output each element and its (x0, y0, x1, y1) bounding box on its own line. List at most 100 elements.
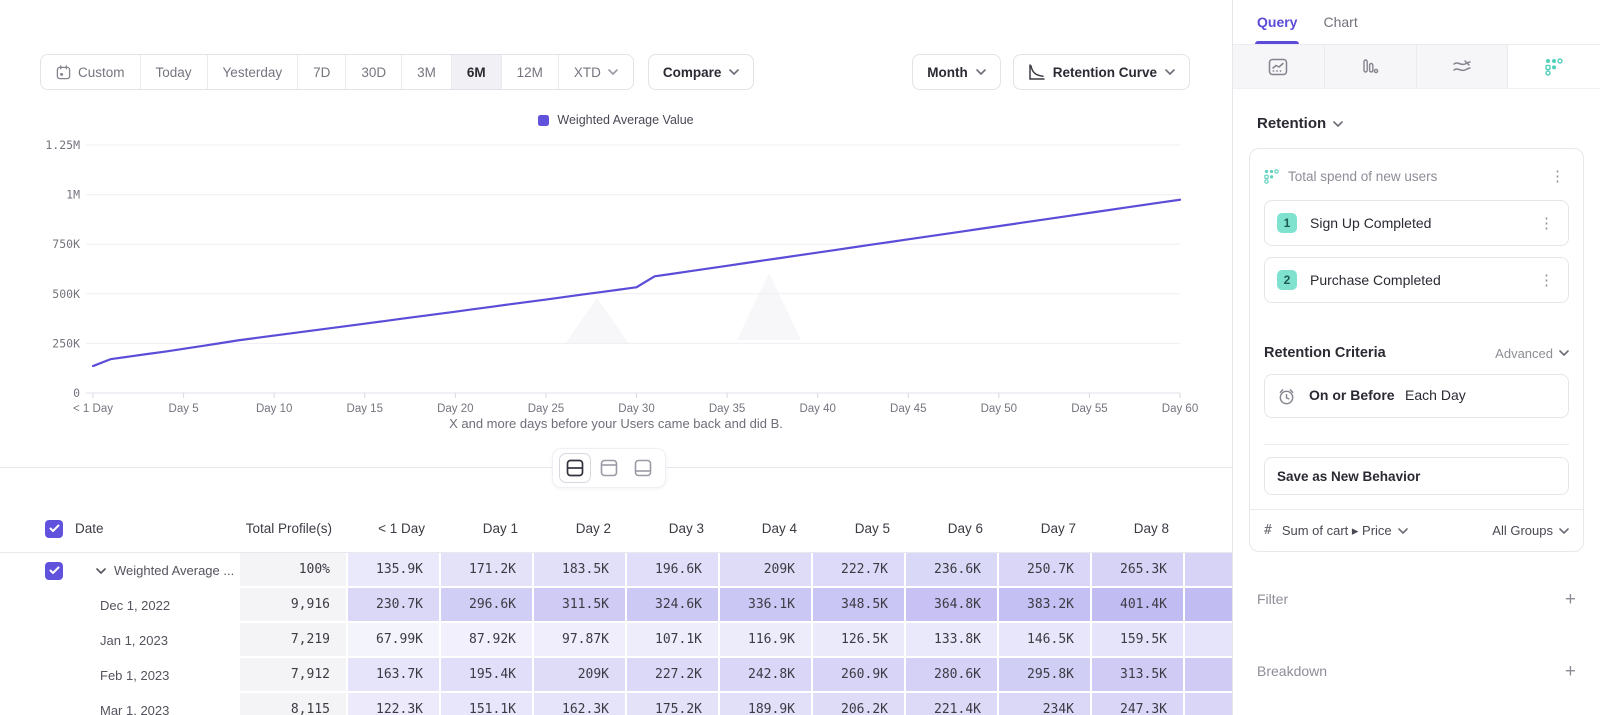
date-range-custom[interactable]: Custom (41, 55, 141, 89)
insights-report-tab[interactable] (1233, 45, 1325, 88)
table-header-day: Day 2 (534, 505, 627, 552)
svg-text:Day 60: Day 60 (1162, 403, 1198, 415)
save-as-new-behavior-button[interactable]: Save as New Behavior (1264, 457, 1569, 495)
retention-value-cell: 67.99K (348, 623, 441, 658)
breakdown-section: Breakdown + (1257, 658, 1576, 684)
retention-value-cell: 97.87K (534, 623, 627, 658)
date-range-6m[interactable]: 6M (452, 55, 502, 89)
behavior-step-2[interactable]: 2 Purchase Completed ⋮ (1264, 257, 1569, 303)
legend-swatch (538, 115, 549, 126)
criteria-advanced-dropdown[interactable]: Advanced (1495, 346, 1569, 361)
layout-table-only-toggle[interactable] (628, 454, 658, 482)
date-range-12m[interactable]: 12M (502, 55, 559, 89)
table-header-day: Day 8 (1092, 505, 1185, 552)
measure-row: # Sum of cart ▸ Price All Groups (1250, 509, 1583, 551)
row-date-cell: Feb 1, 2023 (0, 658, 240, 693)
measure-property-dropdown[interactable]: Sum of cart ▸ Price (1282, 523, 1482, 539)
layout-split-toggle[interactable] (560, 454, 590, 482)
svg-text:Day 20: Day 20 (437, 403, 473, 415)
funnels-report-tab[interactable] (1325, 45, 1417, 88)
step-menu-button[interactable]: ⋮ (1535, 214, 1558, 233)
add-filter-button[interactable]: + (1565, 590, 1576, 609)
table-header-date: Date (0, 505, 240, 552)
report-type-icon-row (1233, 45, 1600, 89)
date-range-today[interactable]: Today (141, 55, 208, 89)
partial-value-cell (1185, 658, 1232, 693)
retention-table: DateTotal Profile(s)< 1 DayDay 1Day 2Day… (0, 505, 1232, 715)
retention-value-cell: 242.8K (720, 658, 813, 693)
retention-criteria-header: Retention Criteria Advanced (1264, 345, 1569, 361)
retention-value-cell: 236.6K (906, 553, 999, 588)
retention-section-dropdown[interactable]: Retention (1257, 115, 1600, 132)
numeric-property-icon: # (1264, 523, 1272, 538)
retention-value-cell: 265.3K (1092, 553, 1185, 588)
total-profiles-cell: 100% (240, 553, 348, 588)
retention-value-cell: 324.6K (627, 588, 720, 623)
toolbar-right-group: Month Retention Curve (912, 54, 1190, 90)
total-profiles-cell: 8,115 (240, 693, 348, 715)
retention-value-cell: 163.7K (348, 658, 441, 693)
flows-report-tab[interactable] (1417, 45, 1509, 88)
retention-value-cell: 151.1K (441, 693, 534, 715)
partial-value-cell (1185, 623, 1232, 658)
layout-toggle-group (552, 448, 666, 488)
svg-text:< 1 Day: < 1 Day (73, 403, 113, 415)
expand-row-chevron[interactable] (96, 568, 106, 574)
total-profiles-cell: 7,912 (240, 658, 348, 693)
row-checkbox[interactable] (45, 520, 63, 538)
row-date-cell: Jan 1, 2023 (0, 623, 240, 658)
retention-value-cell: 234K (999, 693, 1092, 715)
row-date-cell: Mar 1, 2023 (0, 693, 240, 715)
calendar-icon (56, 65, 71, 80)
retention-value-cell: 364.8K (906, 588, 999, 623)
granularity-label: Month (927, 65, 967, 80)
chart-type-label: Retention Curve (1053, 65, 1157, 80)
timing-mode-label: On or Before (1309, 387, 1395, 403)
query-sidebar: Query Chart (1232, 0, 1600, 715)
chevron-down-icon (976, 69, 986, 75)
all-groups-dropdown[interactable]: All Groups (1492, 523, 1569, 538)
sidebar-tabs: Query Chart (1233, 0, 1600, 45)
svg-text:Day 15: Day 15 (347, 403, 383, 415)
tab-chart[interactable]: Chart (1323, 0, 1357, 44)
add-breakdown-button[interactable]: + (1565, 662, 1576, 681)
retention-line-chart: 0250K500K750K1M1.25M< 1 DayDay 5Day 10Da… (0, 130, 1232, 422)
retention-value-cell: 87.92K (441, 623, 534, 658)
criteria-timing-row[interactable]: On or Before Each Day (1264, 374, 1569, 418)
svg-text:500K: 500K (52, 287, 80, 301)
total-profiles-cell: 7,219 (240, 623, 348, 658)
layout-chart-only-toggle[interactable] (594, 454, 624, 482)
behavior-step-1[interactable]: 1 Sign Up Completed ⋮ (1264, 200, 1569, 246)
date-range-xtd[interactable]: XTD (559, 55, 633, 89)
date-range-7d[interactable]: 7D (298, 55, 346, 89)
svg-text:Day 25: Day 25 (528, 403, 564, 415)
chart-x-axis-caption: X and more days before your Users came b… (0, 416, 1232, 431)
row-checkbox[interactable] (45, 562, 63, 580)
app-root: CustomTodayYesterday7D30D3M6M12MXTD Comp… (0, 0, 1600, 715)
date-range-yesterday[interactable]: Yesterday (208, 55, 299, 89)
row-date-cell: Weighted Average ... (0, 553, 240, 588)
chevron-down-icon (608, 69, 618, 75)
step-menu-button[interactable]: ⋮ (1535, 271, 1558, 290)
chart-type-dropdown[interactable]: Retention Curve (1013, 54, 1190, 90)
retention-value-cell: 280.6K (906, 658, 999, 693)
retention-value-cell: 296.6K (441, 588, 534, 623)
retention-value-cell: 206.2K (813, 693, 906, 715)
retention-value-cell: 221.4K (906, 693, 999, 715)
svg-text:Day 40: Day 40 (799, 403, 835, 415)
partial-value-cell (1185, 553, 1232, 588)
granularity-dropdown[interactable]: Month (912, 54, 1000, 90)
behavior-menu-button[interactable]: ⋮ (1546, 167, 1569, 186)
retention-value-cell: 135.9K (348, 553, 441, 588)
compare-button[interactable]: Compare (648, 54, 755, 90)
date-range-30d[interactable]: 30D (346, 55, 402, 89)
step-number-badge: 2 (1277, 270, 1297, 290)
retention-report-tab[interactable] (1508, 45, 1600, 88)
date-range-3m[interactable]: 3M (402, 55, 452, 89)
tab-query[interactable]: Query (1257, 0, 1297, 44)
step-event-label: Purchase Completed (1310, 272, 1522, 288)
panel-divider (0, 439, 1232, 497)
retention-grid-icon (1545, 58, 1563, 76)
retention-value-cell: 107.1K (627, 623, 720, 658)
retention-value-cell: 209K (534, 658, 627, 693)
